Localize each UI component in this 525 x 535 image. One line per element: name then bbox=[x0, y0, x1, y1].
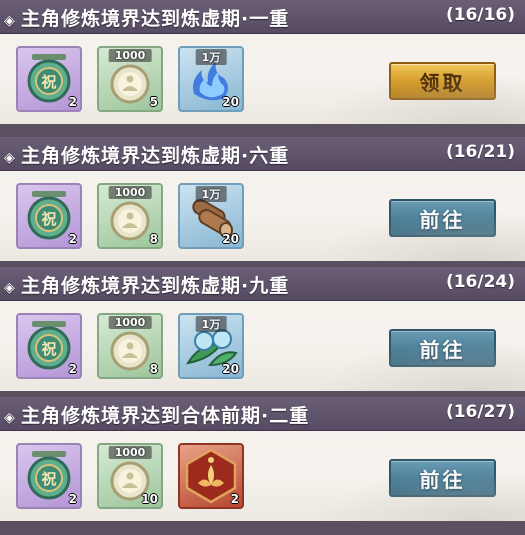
go-button[interactable]: 前往 bbox=[389, 459, 496, 497]
reward-count: 2 bbox=[68, 362, 77, 376]
reward-tag: 1万 bbox=[195, 186, 227, 202]
diamond-icon: ◈ bbox=[4, 13, 16, 29]
task-title-text: 主角修炼境界达到合体前期·二重 bbox=[21, 405, 310, 427]
task-card: ◈ 主角修炼境界达到炼虚期·九重 (16/24) 祝 2 1000 8 1万 2… bbox=[0, 267, 525, 391]
task-title-text: 主角修炼境界达到炼虚期·六重 bbox=[21, 145, 290, 167]
reward-tag: 1000 bbox=[108, 186, 152, 199]
diamond-icon: ◈ bbox=[4, 410, 16, 426]
reward-count: 5 bbox=[149, 95, 158, 109]
reward-count: 20 bbox=[222, 362, 239, 376]
reward-tag: 1000 bbox=[108, 446, 152, 459]
reward-item[interactable]: 1000 10 bbox=[97, 443, 163, 509]
task-card: ◈ 主角修炼境界达到炼虚期·六重 (16/21) 祝 2 1000 8 1万 2… bbox=[0, 137, 525, 261]
svg-text:祝: 祝 bbox=[41, 210, 56, 228]
reward-tag: 1万 bbox=[195, 316, 227, 332]
task-title-text: 主角修炼境界达到炼虚期·一重 bbox=[21, 8, 290, 30]
task-card: ◈ 主角修炼境界达到合体前期·二重 (16/27) 祝 2 1000 10 2 … bbox=[0, 397, 525, 521]
reward-count: 2 bbox=[68, 95, 77, 109]
reward-item[interactable]: 祝 2 bbox=[16, 183, 82, 249]
go-button[interactable]: 前往 bbox=[389, 199, 496, 237]
reward-count: 20 bbox=[222, 232, 239, 246]
svg-text:祝: 祝 bbox=[41, 470, 56, 488]
task-title: ◈ 主角修炼境界达到炼虚期·六重 bbox=[4, 141, 289, 168]
reward-tag: 1000 bbox=[108, 316, 152, 329]
task-title: ◈ 主角修炼境界达到炼虚期·一重 bbox=[4, 4, 289, 31]
reward-item[interactable]: 1万 20 bbox=[178, 46, 244, 112]
reward-count: 8 bbox=[149, 232, 158, 246]
reward-count: 20 bbox=[222, 95, 239, 109]
reward-item[interactable]: 祝 2 bbox=[16, 443, 82, 509]
reward-item[interactable]: 祝 2 bbox=[16, 46, 82, 112]
task-header: ◈ 主角修炼境界达到炼虚期·六重 (16/21) bbox=[0, 137, 525, 171]
task-header: ◈ 主角修炼境界达到炼虚期·一重 (16/16) bbox=[0, 0, 525, 34]
task-card: ◈ 主角修炼境界达到炼虚期·一重 (16/16) 祝 2 1000 5 1万 2… bbox=[0, 0, 525, 124]
diamond-icon: ◈ bbox=[4, 150, 16, 166]
diamond-icon: ◈ bbox=[4, 280, 16, 296]
task-progress: (16/21) bbox=[445, 142, 515, 162]
reward-item[interactable]: 1000 8 bbox=[97, 313, 163, 379]
task-title: ◈ 主角修炼境界达到合体前期·二重 bbox=[4, 401, 309, 428]
task-progress: (16/24) bbox=[445, 272, 515, 292]
reward-tag: 1万 bbox=[195, 49, 227, 65]
reward-count: 10 bbox=[141, 492, 158, 506]
reward-count: 2 bbox=[68, 492, 77, 506]
reward-count: 8 bbox=[149, 362, 158, 376]
task-header: ◈ 主角修炼境界达到合体前期·二重 (16/27) bbox=[0, 397, 525, 431]
svg-text:祝: 祝 bbox=[41, 73, 56, 91]
reward-count: 2 bbox=[68, 232, 77, 246]
reward-item[interactable]: 祝 2 bbox=[16, 313, 82, 379]
go-button[interactable]: 前往 bbox=[389, 329, 496, 367]
task-title-text: 主角修炼境界达到炼虚期·九重 bbox=[21, 275, 290, 297]
reward-tag: 1000 bbox=[108, 49, 152, 62]
task-progress: (16/27) bbox=[445, 402, 515, 422]
svg-text:祝: 祝 bbox=[41, 340, 56, 358]
reward-item[interactable]: 1万 20 bbox=[178, 183, 244, 249]
reward-item[interactable]: 1000 5 bbox=[97, 46, 163, 112]
task-title: ◈ 主角修炼境界达到炼虚期·九重 bbox=[4, 271, 289, 298]
task-progress: (16/16) bbox=[445, 5, 515, 25]
task-header: ◈ 主角修炼境界达到炼虚期·九重 (16/24) bbox=[0, 267, 525, 301]
task-list: ◈ 主角修炼境界达到炼虚期·一重 (16/16) 祝 2 1000 5 1万 2… bbox=[0, 0, 525, 535]
reward-count: 2 bbox=[230, 492, 239, 506]
reward-item[interactable]: 1000 8 bbox=[97, 183, 163, 249]
reward-item[interactable]: 1万 20 bbox=[178, 313, 244, 379]
claim-button[interactable]: 领取 bbox=[389, 62, 496, 100]
reward-item[interactable]: 2 bbox=[178, 443, 244, 509]
